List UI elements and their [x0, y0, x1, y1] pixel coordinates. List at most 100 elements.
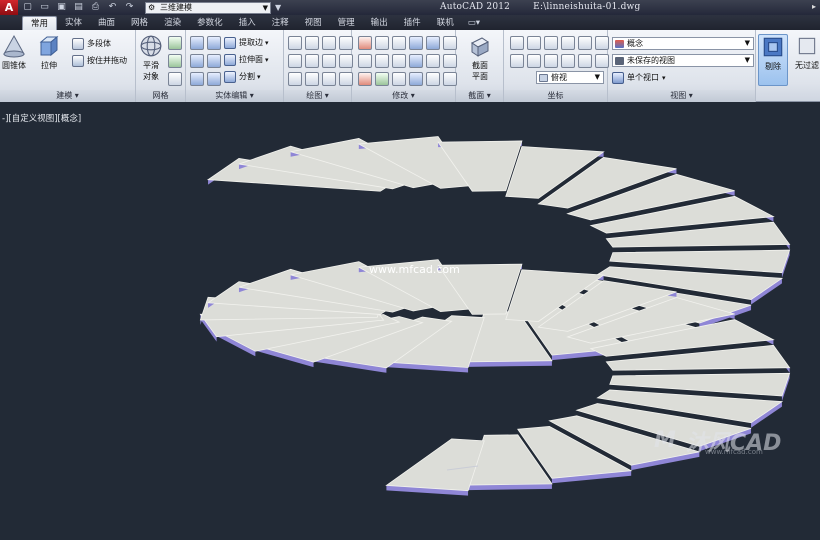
smooth-object-button[interactable]: 平滑 对象 [138, 34, 164, 82]
ucs-y-icon[interactable] [578, 36, 592, 50]
save-icon[interactable]: ▣ [54, 1, 69, 14]
viewport-config-button[interactable]: 单个视口 ▾ [612, 71, 666, 85]
panel-mesh-title[interactable]: 网格 [136, 90, 185, 102]
subtract-icon[interactable] [190, 54, 204, 68]
modify-more-icon[interactable] [443, 36, 457, 50]
tab-11[interactable]: 插件 [396, 16, 429, 30]
fillet-edge-icon[interactable] [207, 54, 221, 68]
union-icon[interactable] [190, 36, 204, 50]
open-icon[interactable]: ▭ [37, 1, 52, 14]
tab-12[interactable]: 联机 [429, 16, 462, 30]
tab-3[interactable]: 网格 [123, 16, 156, 30]
rectangle-icon[interactable] [305, 72, 319, 86]
redo-icon[interactable]: ↷ [122, 1, 137, 14]
3d-mirror-icon[interactable] [409, 36, 423, 50]
ucs-world-icon[interactable] [544, 36, 558, 50]
extract-edges-button[interactable]: 提取边 ▾ [224, 36, 269, 50]
tab-10[interactable]: 输出 [363, 16, 396, 30]
panel-section-title[interactable]: 截面 ▾ [456, 90, 503, 102]
ucs-z-icon[interactable] [595, 36, 609, 50]
culling-button[interactable]: 剔除 [758, 34, 788, 86]
fillet-icon[interactable] [358, 36, 372, 50]
arc-icon[interactable] [339, 54, 353, 68]
presspull-button[interactable]: 按住并拖动 [72, 54, 127, 68]
viewport-controls-label[interactable]: -][自定义视图][概念] [2, 112, 81, 124]
panel-solid-editing-title[interactable]: 实体编辑 ▾ [186, 90, 283, 102]
offset-icon[interactable] [409, 54, 423, 68]
pan-icon[interactable] [305, 36, 319, 50]
rotate-icon[interactable] [288, 36, 302, 50]
array-icon[interactable] [409, 72, 423, 86]
tab-9[interactable]: 管理 [330, 16, 363, 30]
no-filter-button[interactable]: 无过滤 [792, 34, 820, 71]
app-menu-button[interactable]: A [0, 0, 18, 15]
visual-style-dropdown[interactable]: 概念 ▼ [612, 37, 754, 50]
saveas-icon[interactable]: ▤ [71, 1, 86, 14]
polygon-icon[interactable] [288, 72, 302, 86]
mesh-tool-icon[interactable] [168, 72, 182, 86]
title-overflow-button[interactable]: ▸ [812, 2, 816, 11]
circle-icon[interactable] [322, 54, 336, 68]
extrude-faces-button[interactable]: 拉伸面 ▾ [224, 53, 269, 67]
break-icon[interactable] [426, 72, 440, 86]
ucs-dropdown-icon[interactable] [527, 36, 541, 50]
trim-icon[interactable] [443, 54, 457, 68]
copy-icon[interactable] [392, 72, 406, 86]
line-icon[interactable] [322, 36, 336, 50]
intersect-icon[interactable] [190, 72, 204, 86]
tab-2[interactable]: 曲面 [90, 16, 123, 30]
ucs-3point-icon[interactable] [595, 54, 609, 68]
tab-0[interactable]: 常用 [22, 16, 58, 30]
erase-icon[interactable] [358, 72, 372, 86]
tab-7[interactable]: 注释 [264, 16, 297, 30]
ellipse-icon[interactable] [322, 72, 336, 86]
new-icon[interactable]: ▢ [20, 1, 35, 14]
chamfer-icon[interactable] [426, 54, 440, 68]
hatch-icon[interactable] [339, 72, 353, 86]
ribbon-minimize-icon[interactable]: ▭▾ [462, 16, 486, 30]
mesh-tool-icon[interactable] [168, 36, 182, 50]
ucs-icon[interactable] [510, 36, 524, 50]
spline-icon[interactable] [288, 54, 302, 68]
explode-icon[interactable] [375, 72, 389, 86]
panel-modeling-title[interactable]: 建模 ▾ [0, 90, 135, 102]
slice-icon[interactable] [207, 72, 221, 86]
3d-array-icon[interactable] [426, 36, 440, 50]
spiral-staircase-model[interactable] [0, 103, 820, 540]
polyline-icon[interactable] [339, 36, 353, 50]
construction-line-icon[interactable] [305, 54, 319, 68]
named-view-dropdown[interactable]: 未保存的视图 ▼ [612, 54, 754, 67]
panel-draw-title[interactable]: 绘图 ▾ [284, 90, 351, 102]
drawing-viewport[interactable]: -][自定义视图][概念] www.mfcad.com M 沐风CAD www.… [0, 103, 820, 540]
mesh-tool-icon[interactable] [168, 54, 182, 68]
cone-button[interactable]: 圆锥体 [0, 34, 28, 71]
ucs-face-icon[interactable] [578, 54, 592, 68]
section-plane-button[interactable]: 截面 平面 [464, 34, 496, 82]
ucs-x-icon[interactable] [561, 36, 575, 50]
quick-access-more-button[interactable]: ▼ [275, 3, 281, 12]
copy-edges-icon[interactable] [207, 36, 221, 50]
panel-modify-title[interactable]: 修改 ▾ [352, 90, 455, 102]
polysolid-button[interactable]: 多段体 [72, 37, 111, 51]
panel-coordinates-title[interactable]: 坐标 [504, 90, 607, 102]
view-direction-dropdown[interactable]: 俯视 ▼ [536, 71, 604, 84]
undo-icon[interactable]: ↶ [105, 1, 120, 14]
ucs-object-icon[interactable] [561, 54, 575, 68]
3d-rotate-icon[interactable] [375, 36, 389, 50]
panel-view-title[interactable]: 视图 ▾ [608, 90, 755, 102]
stretch-icon[interactable] [392, 54, 406, 68]
tab-5[interactable]: 参数化 [189, 16, 231, 30]
tab-6[interactable]: 插入 [231, 16, 264, 30]
scale-icon[interactable] [375, 54, 389, 68]
3d-move-icon[interactable] [392, 36, 406, 50]
tab-1[interactable]: 实体 [57, 16, 90, 30]
tab-4[interactable]: 渲染 [156, 16, 189, 30]
align-icon[interactable] [358, 54, 372, 68]
print-icon[interactable]: ⎙ [88, 1, 103, 14]
tab-8[interactable]: 视图 [297, 16, 330, 30]
ucs-more-icon[interactable] [527, 54, 541, 68]
separate-button[interactable]: 分割 ▾ [224, 70, 261, 84]
workspace-dropdown[interactable]: ⚙ 三维建模 ▼ [145, 1, 271, 14]
ucs-view-icon[interactable] [544, 54, 558, 68]
extrude-button[interactable]: 拉伸 [34, 34, 64, 71]
